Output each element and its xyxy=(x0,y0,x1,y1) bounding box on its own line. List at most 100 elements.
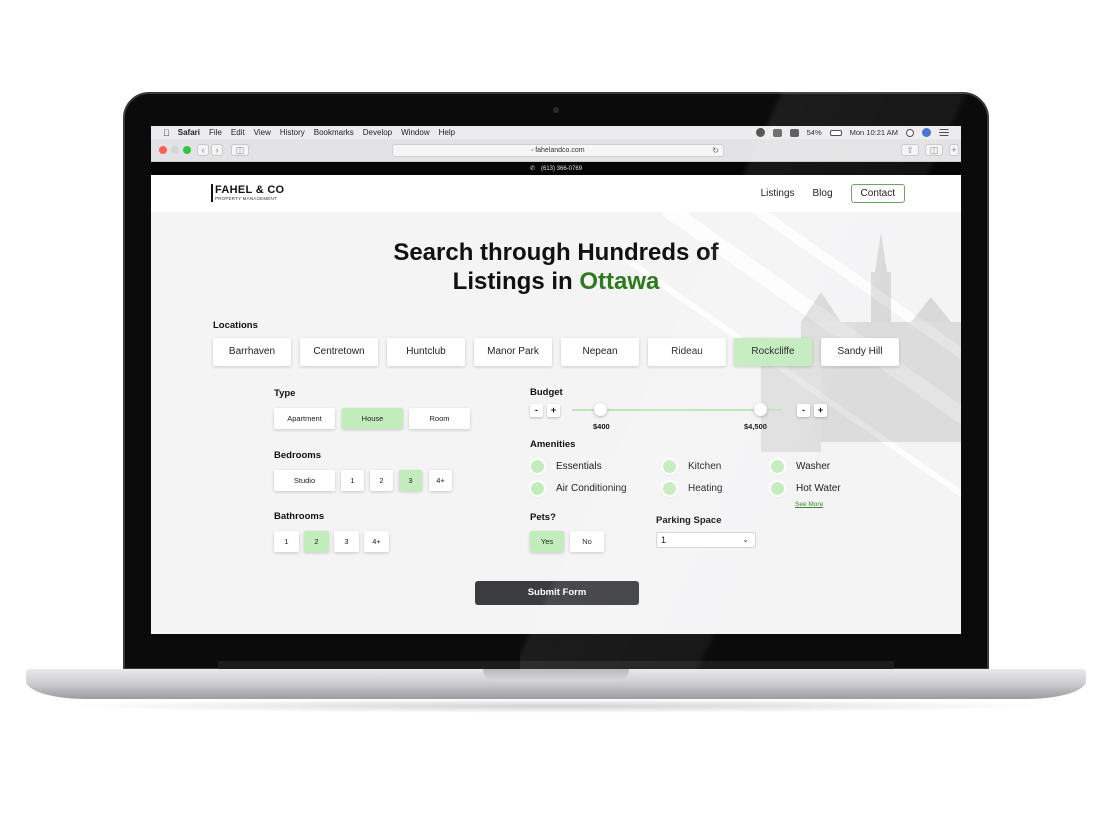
location-rideau[interactable]: Rideau xyxy=(648,338,726,366)
location-manor-park[interactable]: Manor Park xyxy=(474,338,552,366)
reload-icon[interactable]: ↻ xyxy=(712,145,719,156)
budget-min-thumb[interactable] xyxy=(594,403,607,416)
sidebar-toggle-icon[interactable]: ◫ xyxy=(231,144,249,156)
budget-min-increase-button[interactable]: + xyxy=(547,404,560,417)
menu-file[interactable]: File xyxy=(209,128,222,137)
checkbox-icon[interactable] xyxy=(531,460,544,473)
checkbox-icon[interactable] xyxy=(531,482,544,495)
menu-window[interactable]: Window xyxy=(401,128,429,137)
amenity-washer[interactable]: Washer xyxy=(771,460,830,473)
location-rockcliffe[interactable]: Rockcliffe xyxy=(734,338,812,366)
nav-contact-button[interactable]: Contact xyxy=(850,184,905,203)
amenity-essentials[interactable]: Essentials xyxy=(531,460,602,473)
amenity-label: Hot Water xyxy=(796,483,841,494)
checkbox-icon[interactable] xyxy=(771,460,784,473)
main-nav: Listings Blog Contact xyxy=(761,184,905,203)
battery-icon[interactable] xyxy=(829,129,842,136)
menu-bookmarks[interactable]: Bookmarks xyxy=(314,128,354,137)
phone-number[interactable]: (613) 366-0769 xyxy=(541,166,582,172)
amenity-air-conditioning[interactable]: Air Conditioning xyxy=(531,482,627,495)
browser-toolbar: ‹ › ◫ ▫ fahelandco.com ↻ ⇧ ◫ + xyxy=(151,139,961,162)
logo[interactable]: FAHEL & CO PROPERTY MANAGEMENT xyxy=(211,184,284,202)
bedrooms-label: Bedrooms xyxy=(274,450,321,461)
menu-app-name[interactable]: Safari xyxy=(178,128,200,137)
airplay-icon[interactable] xyxy=(789,128,799,137)
chevron-down-icon: ⌄ xyxy=(742,535,749,544)
pets-no[interactable]: No xyxy=(570,531,604,552)
pets-label: Pets? xyxy=(530,512,556,523)
amenity-heating[interactable]: Heating xyxy=(663,482,722,495)
menubar-status: 54% Mon 10:21 AM xyxy=(755,126,949,139)
share-icon[interactable]: ⇧ xyxy=(901,144,919,156)
bathrooms-3[interactable]: 3 xyxy=(334,531,359,552)
nav-listings[interactable]: Listings xyxy=(761,188,795,199)
laptop-hinge xyxy=(218,661,894,669)
screen:  Safari File Edit View History Bookmark… xyxy=(151,126,961,634)
bedrooms-4-plus[interactable]: 4+ xyxy=(429,470,452,491)
tabs-overview-icon[interactable]: ◫ xyxy=(925,144,943,156)
bedrooms-studio[interactable]: Studio xyxy=(274,470,335,491)
type-room[interactable]: Room xyxy=(409,408,470,429)
budget-max-increase-button[interactable]: + xyxy=(814,404,827,417)
url-text: fahelandco.com xyxy=(535,147,585,154)
amenity-label: Kitchen xyxy=(688,461,722,472)
bedrooms-1[interactable]: 1 xyxy=(341,470,364,491)
location-centretown[interactable]: Centretown xyxy=(300,338,378,366)
bathrooms-2[interactable]: 2 xyxy=(304,531,329,552)
locations-label: Locations xyxy=(213,320,258,331)
bedrooms-3[interactable]: 3 xyxy=(399,470,422,491)
zoom-window-button[interactable] xyxy=(183,146,191,154)
laptop-notch xyxy=(483,669,629,681)
type-apartment[interactable]: Apartment xyxy=(274,408,335,429)
menu-history[interactable]: History xyxy=(280,128,305,137)
siri-icon[interactable] xyxy=(922,128,931,137)
amenity-label: Washer xyxy=(796,461,831,472)
camera-icon xyxy=(553,107,559,113)
amenities-label: Amenities xyxy=(530,439,576,450)
logo-sub: PROPERTY MANAGEMENT xyxy=(215,196,277,201)
location-nepean[interactable]: Nepean xyxy=(561,338,639,366)
spotlight-search-icon[interactable] xyxy=(906,128,914,137)
parking-space-value: 1 xyxy=(661,535,667,545)
see-more-link[interactable]: See More xyxy=(795,501,823,508)
pets-yes[interactable]: Yes xyxy=(530,531,564,552)
hero-title-city: Ottawa xyxy=(579,268,660,295)
menu-view[interactable]: View xyxy=(254,128,271,137)
bedrooms-2[interactable]: 2 xyxy=(370,470,393,491)
menubar-clock[interactable]: Mon 10:21 AM xyxy=(850,128,898,137)
checkbox-icon[interactable] xyxy=(663,482,676,495)
parking-space-select[interactable]: 1 ⌄ xyxy=(656,532,756,548)
amenity-label: Essentials xyxy=(556,461,602,472)
bathrooms-4-plus[interactable]: 4+ xyxy=(364,531,389,552)
budget-max-thumb[interactable] xyxy=(754,403,767,416)
hero-title-line2: Listings in Ottawa xyxy=(151,267,961,296)
forward-button[interactable]: › xyxy=(211,144,223,156)
menu-edit[interactable]: Edit xyxy=(231,128,245,137)
type-house[interactable]: House xyxy=(342,408,403,429)
budget-max-decrease-button[interactable]: - xyxy=(797,404,810,417)
amenity-kitchen[interactable]: Kitchen xyxy=(663,460,721,473)
close-window-button[interactable] xyxy=(159,146,167,154)
location-sandy-hill[interactable]: Sandy Hill xyxy=(821,338,899,366)
laptop-shadow xyxy=(60,699,1052,713)
location-huntclub[interactable]: Huntclub xyxy=(387,338,465,366)
new-tab-button[interactable]: + xyxy=(949,144,959,156)
wifi-icon[interactable] xyxy=(772,128,782,137)
checkbox-icon[interactable] xyxy=(771,482,784,495)
nav-blog[interactable]: Blog xyxy=(813,188,833,199)
location-barrhaven[interactable]: Barrhaven xyxy=(213,338,291,366)
bathrooms-1[interactable]: 1 xyxy=(274,531,299,552)
menu-help[interactable]: Help xyxy=(439,128,455,137)
minimize-window-button[interactable] xyxy=(171,146,179,154)
submit-form-button[interactable]: Submit Form xyxy=(475,581,639,605)
back-button[interactable]: ‹ xyxy=(197,144,209,156)
budget-min-decrease-button[interactable]: - xyxy=(530,404,543,417)
address-bar[interactable]: ▫ fahelandco.com ↻ xyxy=(392,144,724,157)
notification-center-icon[interactable] xyxy=(939,129,949,136)
creative-cloud-icon[interactable] xyxy=(755,128,765,137)
checkbox-icon[interactable] xyxy=(663,460,676,473)
menu-develop[interactable]: Develop xyxy=(363,128,392,137)
apple-icon[interactable]:  xyxy=(163,128,170,138)
phone-icon: ✆ xyxy=(529,166,535,172)
amenity-hot-water[interactable]: Hot Water xyxy=(771,482,841,495)
